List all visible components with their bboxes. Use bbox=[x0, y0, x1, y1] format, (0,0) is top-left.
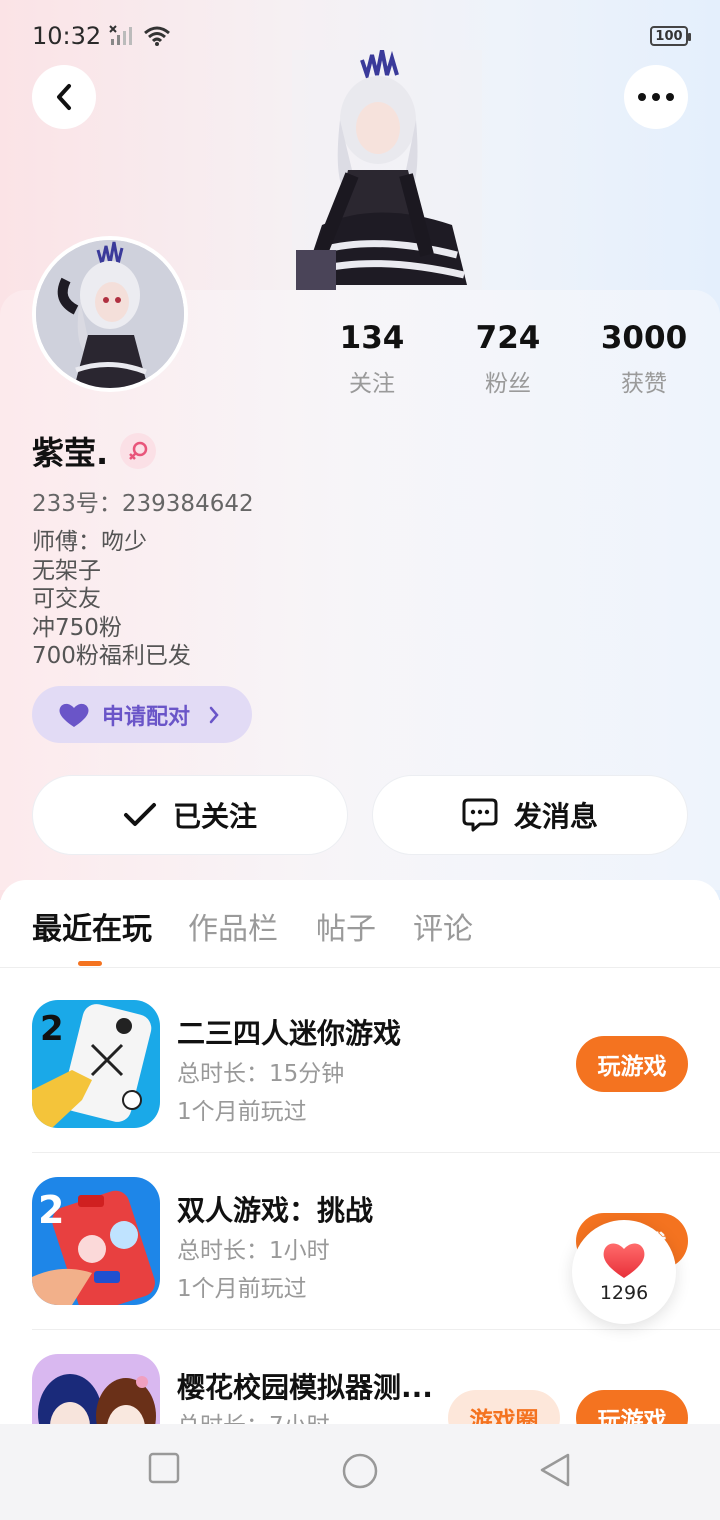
signal-icon bbox=[109, 25, 133, 45]
tab-recently-played[interactable]: 最近在玩 bbox=[32, 904, 152, 948]
avatar-image bbox=[36, 240, 184, 388]
stat-label: 粉丝 bbox=[485, 371, 531, 397]
divider bbox=[32, 1329, 720, 1330]
user-id: 233号：239384642 bbox=[32, 491, 254, 517]
followed-label: 已关注 bbox=[172, 800, 257, 833]
divider bbox=[32, 1152, 720, 1153]
svg-text:2: 2 bbox=[38, 1188, 64, 1232]
chevron-right-icon bbox=[209, 706, 219, 723]
game-icon-two-player[interactable]: 2 bbox=[32, 1177, 160, 1305]
bio-line: 可交友 bbox=[32, 586, 101, 612]
wifi-icon bbox=[144, 26, 171, 46]
battery-level: 100 bbox=[655, 28, 683, 44]
game-title: 双人游戏：挑战 bbox=[177, 1194, 374, 1227]
avatar[interactable] bbox=[32, 236, 188, 392]
chevron-left-icon bbox=[57, 84, 71, 110]
stat-label: 获赞 bbox=[621, 371, 667, 397]
home-icon[interactable] bbox=[341, 1452, 379, 1490]
tab-posts[interactable]: 帖子 bbox=[316, 904, 376, 948]
game-duration: 总时长：1小时 bbox=[177, 1238, 330, 1264]
play-game-button[interactable]: 玩游戏 bbox=[576, 1036, 688, 1092]
tab-bar: 最近在玩 作品栏 帖子 评论 bbox=[0, 880, 720, 968]
banner-character-image bbox=[292, 50, 482, 290]
bio-line: 冲750粉 bbox=[32, 614, 122, 641]
stat-value: 134 bbox=[339, 320, 405, 356]
check-icon bbox=[123, 803, 156, 826]
user-name: 紫莹. bbox=[32, 434, 109, 472]
tab-comments[interactable]: 评论 bbox=[413, 904, 473, 948]
bio-line: 师傅：吻少 bbox=[32, 529, 147, 555]
stat-followers[interactable]: 724 粉丝 bbox=[448, 318, 568, 398]
chat-bubble-icon bbox=[462, 798, 498, 832]
back-button[interactable] bbox=[32, 65, 96, 129]
stat-label: 关注 bbox=[349, 371, 395, 397]
send-message-label: 发消息 bbox=[513, 800, 598, 833]
stat-following[interactable]: 134 关注 bbox=[312, 318, 432, 398]
game-title: 二三四人迷你游戏 bbox=[177, 1017, 402, 1050]
clock: 10:32 bbox=[32, 22, 102, 50]
game-duration: 总时长：15分钟 bbox=[177, 1061, 345, 1087]
game-title: 樱花校园模拟器测... bbox=[177, 1371, 433, 1404]
heart-icon bbox=[59, 703, 89, 727]
followed-button[interactable]: 已关注 bbox=[32, 775, 348, 855]
heart-icon bbox=[603, 1243, 645, 1278]
bio-line: 700粉福利已发 bbox=[32, 643, 191, 669]
tab-indicator bbox=[78, 961, 102, 966]
system-nav-bar bbox=[0, 1424, 720, 1520]
svg-text:2: 2 bbox=[40, 1009, 64, 1049]
game-last-played: 1个月前玩过 bbox=[177, 1276, 307, 1302]
bio-line: 无架子 bbox=[32, 557, 101, 584]
bio: 师傅：吻少 无架子 可交友 冲750粉 700粉福利已发 bbox=[32, 528, 191, 671]
recent-apps-icon[interactable] bbox=[148, 1452, 180, 1484]
tab-works[interactable]: 作品栏 bbox=[188, 904, 278, 948]
stat-value: 3000 bbox=[600, 320, 688, 356]
game-icon-mini-games[interactable]: 2 bbox=[32, 1000, 160, 1128]
apply-pair-button[interactable]: 申请配对 bbox=[32, 686, 252, 743]
stat-likes[interactable]: 3000 获赞 bbox=[584, 318, 704, 398]
game-last-played: 1个月前玩过 bbox=[177, 1099, 307, 1125]
apply-pair-label: 申请配对 bbox=[102, 704, 191, 730]
send-message-button[interactable]: 发消息 bbox=[372, 775, 688, 855]
more-button[interactable] bbox=[624, 65, 688, 129]
female-icon bbox=[120, 433, 157, 469]
name-row: 紫莹. bbox=[32, 428, 157, 474]
floating-like-button[interactable]: 1296 bbox=[572, 1220, 676, 1324]
like-count: 1296 bbox=[599, 1282, 649, 1304]
stat-value: 724 bbox=[475, 320, 541, 356]
battery-icon: 100 bbox=[650, 26, 691, 46]
back-triangle-icon[interactable] bbox=[538, 1452, 572, 1488]
more-dots-icon bbox=[638, 93, 674, 101]
